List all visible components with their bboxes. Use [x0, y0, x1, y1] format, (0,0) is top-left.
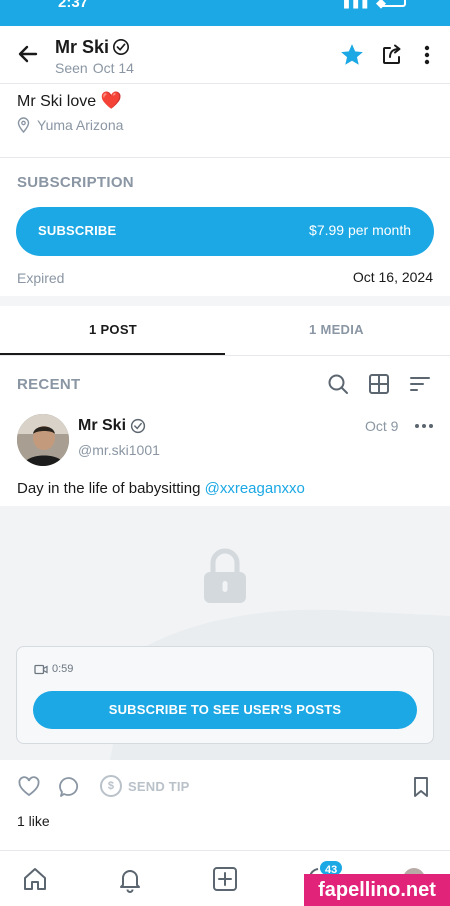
comment-icon[interactable] [57, 775, 81, 799]
last-seen: Seen Oct 14 [55, 60, 134, 76]
divider [0, 157, 450, 158]
verified-icon [130, 418, 146, 434]
sort-icon[interactable] [409, 373, 431, 395]
location-pin-icon [17, 117, 30, 133]
bookmark-icon[interactable] [409, 775, 433, 799]
heart-emoji: ❤️ [100, 91, 122, 110]
post-author-name[interactable]: Mr Ski [78, 417, 126, 435]
star-icon[interactable] [339, 42, 365, 68]
send-tip-label: SEND TIP [128, 778, 190, 794]
tab-media[interactable]: 1 MEDIA [309, 322, 364, 337]
video-info: 0:59 [34, 663, 73, 675]
subscribe-price: $7.99 per month [309, 222, 411, 238]
post-caption: Day in the life of babysitting [17, 480, 201, 497]
dollar-coin-icon: $ [100, 775, 122, 797]
last-seen-date: Oct 14 [92, 60, 134, 76]
header-username: Mr Ski [55, 37, 110, 57]
grid-icon[interactable] [368, 373, 390, 395]
search-icon[interactable] [327, 373, 349, 395]
add-post-icon[interactable] [211, 865, 239, 893]
post-actions: $ SEND TIP [0, 770, 450, 804]
post-author-handle[interactable]: @mr.ski1001 [78, 442, 160, 458]
subscription-status: Expired [17, 270, 65, 286]
tab-posts[interactable]: 1 POST [89, 322, 137, 337]
subscribe-to-see-posts-button[interactable]: SUBSCRIBE TO SEE USER'S POSTS [33, 691, 417, 729]
feed-section-title: RECENT [17, 376, 81, 393]
section-separator [0, 296, 450, 306]
home-icon[interactable] [21, 865, 49, 893]
locked-content-card: 0:59 SUBSCRIBE TO SEE USER'S POSTS [16, 646, 434, 744]
locked-media: 0:59 SUBSCRIBE TO SEE USER'S POSTS [0, 506, 450, 760]
verified-icon [112, 38, 130, 56]
post-date: Oct 9 [365, 418, 399, 434]
post-author-avatar[interactable] [17, 414, 69, 466]
profile-header: Mr Ski Seen Oct 14 [0, 26, 450, 84]
subscription-expiry-date: Oct 16, 2024 [352, 269, 433, 285]
status-time: 2:37 [58, 0, 89, 11]
share-icon[interactable] [380, 43, 404, 67]
subscribe-button[interactable]: SUBSCRIBE $7.99 per month [16, 207, 434, 256]
back-arrow-icon[interactable] [14, 40, 42, 68]
more-horizontal-icon[interactable] [414, 418, 434, 434]
location-text: Yuma Arizona [37, 117, 124, 133]
bell-icon[interactable] [116, 865, 144, 893]
subscription-title: SUBSCRIPTION [17, 174, 134, 191]
video-duration: 0:59 [52, 663, 74, 675]
post-text: Day in the life of babysitting @xxreagan… [17, 480, 305, 497]
post-mention-link[interactable]: @xxreaganxxo [205, 480, 305, 497]
divider [0, 355, 450, 356]
lock-icon [204, 548, 246, 603]
like-heart-icon[interactable] [17, 775, 41, 799]
watermark: fapellino.net [304, 874, 450, 906]
battery-icon [380, 0, 406, 7]
subscribe-button-label: SUBSCRIBE [38, 223, 117, 238]
like-count: 1 like [17, 813, 50, 829]
bio-text: Mr Ski love [17, 93, 97, 110]
profile-location: Yuma Arizona [17, 117, 123, 133]
more-vertical-icon[interactable] [417, 43, 437, 67]
video-icon [34, 664, 48, 674]
profile-bio: Mr Ski love ❤️ [17, 91, 122, 111]
last-seen-label: Seen [55, 60, 88, 76]
send-tip-button[interactable]: $ SEND TIP [100, 775, 190, 797]
status-bar: 2:37 ▮▮▮ ◆ [0, 0, 450, 26]
